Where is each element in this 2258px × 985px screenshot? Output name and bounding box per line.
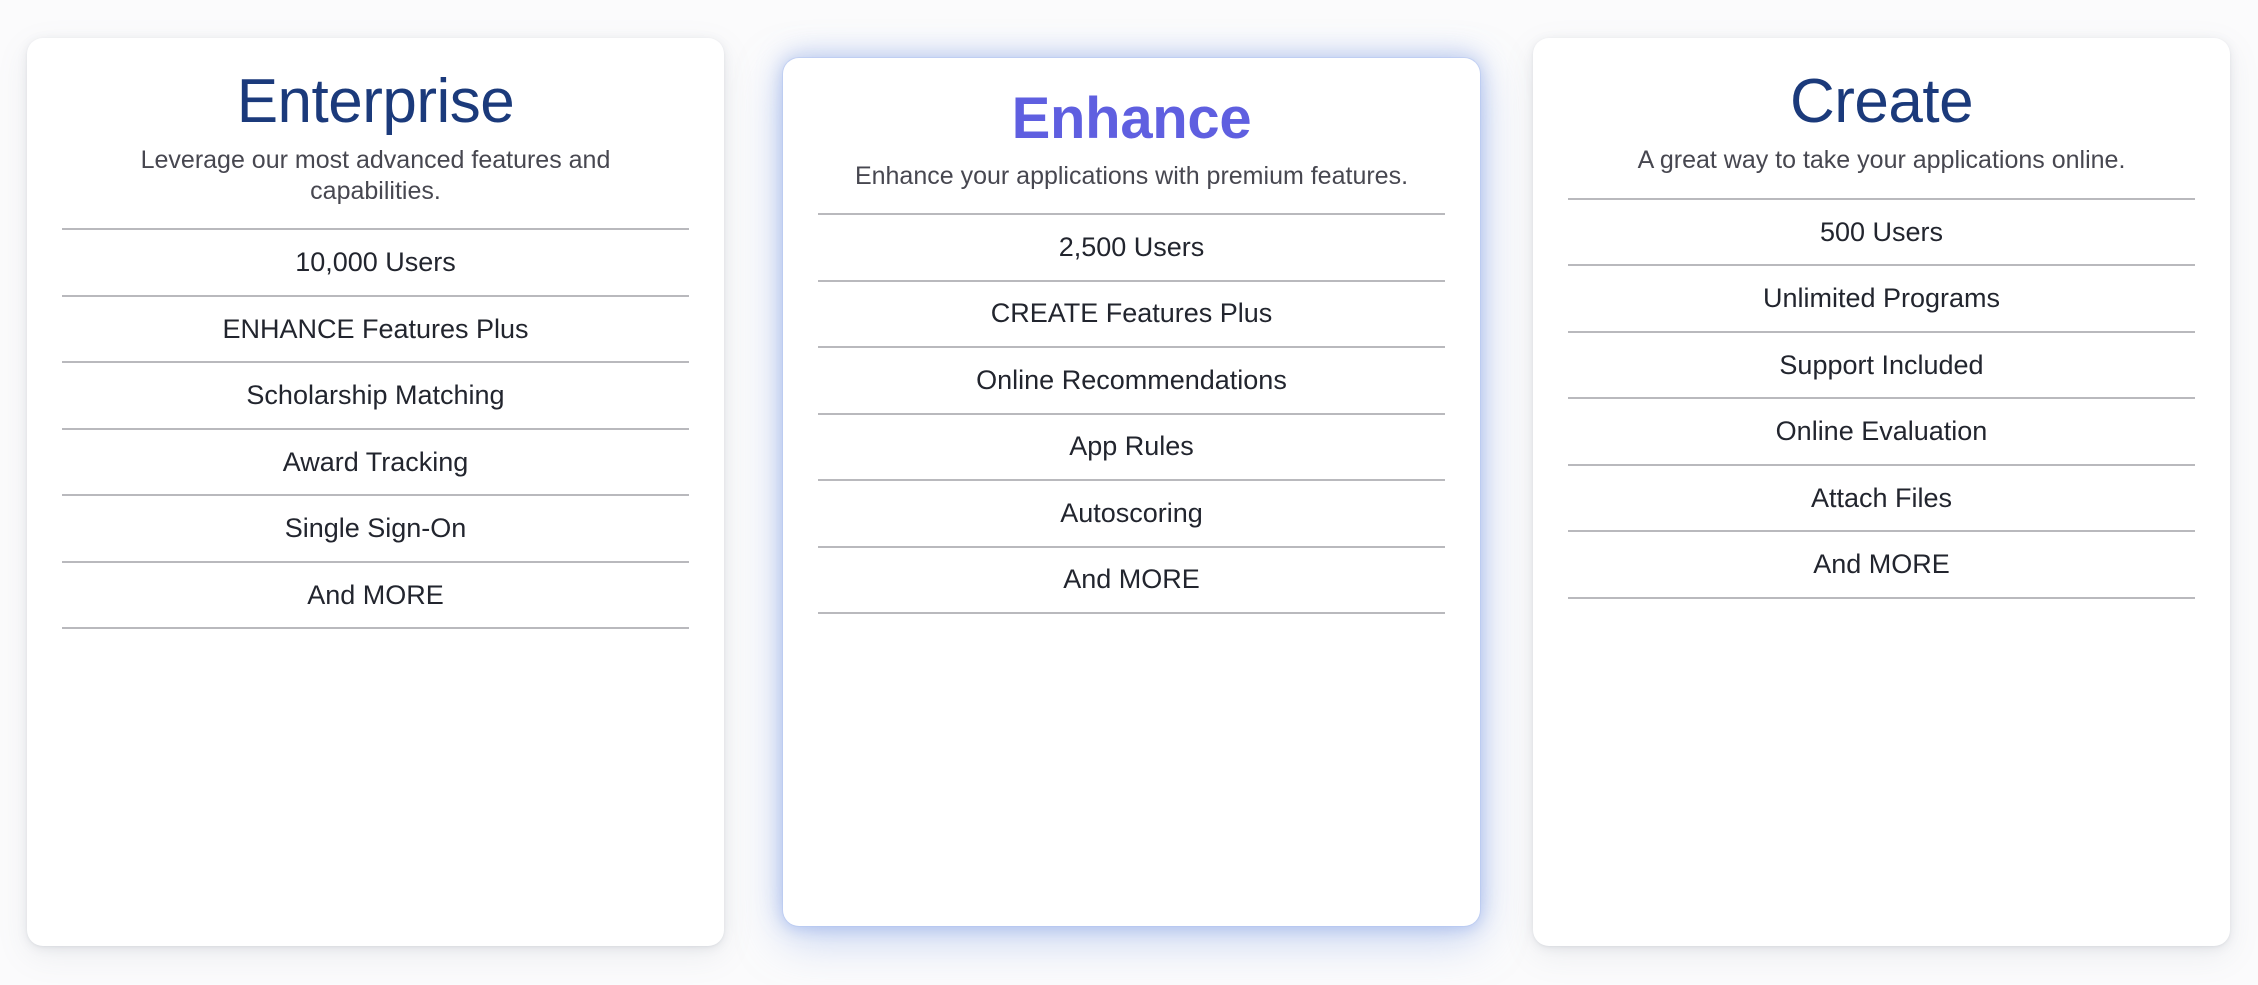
feature-item: 10,000 Users (62, 230, 689, 297)
feature-item: 500 Users (1568, 200, 2195, 267)
plan-tagline-enhance: Enhance your applications with premium f… (854, 161, 1409, 190)
plan-header-enterprise: Enterprise Leverage our most advanced fe… (27, 38, 724, 206)
plan-tagline-enterprise: Leverage our most advanced features and … (140, 146, 611, 205)
feature-item: Unlimited Programs (1568, 266, 2195, 333)
feature-item: CREATE Features Plus (818, 282, 1445, 349)
feature-item: Support Included (1568, 333, 2195, 400)
plan-card-enhance[interactable]: Enhance Enhance your applications with p… (783, 58, 1480, 926)
plan-footer-enhance (783, 614, 1480, 926)
feature-list-enterprise: 10,000 Users ENHANCE Features Plus Schol… (62, 228, 689, 630)
plan-title-create: Create (1789, 67, 1974, 136)
feature-item: Scholarship Matching (62, 363, 689, 430)
feature-list-create: 500 Users Unlimited Programs Support Inc… (1568, 197, 2195, 599)
feature-item: Award Tracking (62, 430, 689, 497)
feature-item: ENHANCE Features Plus (62, 297, 689, 364)
plan-header-enhance: Enhance Enhance your applications with p… (783, 58, 1480, 191)
plan-footer-enterprise (27, 629, 724, 946)
feature-item: And MORE (818, 548, 1445, 615)
feature-item: Autoscoring (818, 481, 1445, 548)
plan-title-enterprise: Enterprise (236, 67, 515, 136)
feature-item: App Rules (818, 415, 1445, 482)
feature-item: 2,500 Users (818, 215, 1445, 282)
feature-item: And MORE (1568, 532, 2195, 599)
feature-item: Online Recommendations (818, 348, 1445, 415)
plan-card-enterprise[interactable]: Enterprise Leverage our most advanced fe… (27, 38, 724, 946)
feature-item: Online Evaluation (1568, 399, 2195, 466)
feature-item: And MORE (62, 563, 689, 630)
plan-card-create[interactable]: Create A great way to take your applicat… (1533, 38, 2230, 946)
plan-header-create: Create A great way to take your applicat… (1533, 38, 2230, 176)
plan-footer-create (1533, 599, 2230, 946)
plan-tagline-create: A great way to take your applications on… (1637, 146, 2126, 175)
plan-title-enhance: Enhance (1011, 86, 1252, 151)
feature-item: Single Sign-On (62, 496, 689, 563)
pricing-plans-grid: Enterprise Leverage our most advanced fe… (0, 0, 2258, 985)
feature-item: Attach Files (1568, 466, 2195, 533)
feature-list-enhance: 2,500 Users CREATE Features Plus Online … (818, 213, 1445, 615)
